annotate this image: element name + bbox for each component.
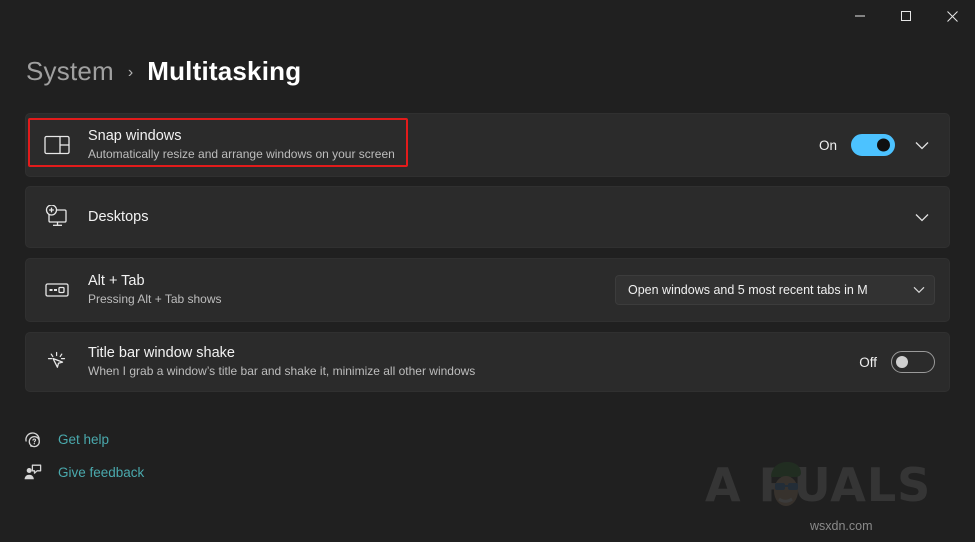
snap-windows-subtitle: Automatically resize and arrange windows… — [88, 146, 819, 163]
window-shake-controls: Off — [859, 351, 949, 373]
chevron-down-icon — [913, 286, 925, 294]
get-help-label: Get help — [58, 432, 109, 447]
snap-windows-controls: On — [819, 134, 949, 156]
get-help-icon — [22, 430, 42, 449]
give-feedback-label: Give feedback — [58, 465, 144, 480]
snap-windows-toggle[interactable] — [851, 134, 895, 156]
snap-windows-title: Snap windows — [88, 127, 819, 145]
desktops-text: Desktops — [88, 208, 909, 226]
alt-tab-dropdown[interactable]: Open windows and 5 most recent tabs in M — [615, 275, 935, 305]
window-shake-text: Title bar window shake When I grab a win… — [88, 344, 859, 380]
minimize-icon — [854, 10, 866, 22]
alt-tab-dropdown-value: Open windows and 5 most recent tabs in M — [628, 283, 868, 297]
window-shake-title: Title bar window shake — [88, 344, 859, 362]
give-feedback-link[interactable]: Give feedback — [22, 463, 144, 482]
toggle-knob — [896, 356, 908, 368]
settings-window: System › Multitasking Snap windows Autom… — [0, 0, 975, 542]
alt-tab-title: Alt + Tab — [88, 272, 615, 290]
breadcrumb-separator-icon: › — [128, 64, 133, 82]
window-shake-icon — [26, 349, 88, 375]
maximize-icon — [900, 10, 912, 22]
setting-row-desktops[interactable]: Desktops — [25, 186, 950, 248]
snap-windows-toggle-label: On — [819, 138, 837, 153]
snap-windows-icon — [26, 134, 88, 156]
toggle-knob — [877, 139, 890, 152]
setting-row-snap-windows[interactable]: Snap windows Automatically resize and ar… — [25, 113, 950, 177]
window-shake-subtitle: When I grab a window’s title bar and sha… — [88, 363, 859, 380]
setting-row-alt-tab[interactable]: Alt + Tab Pressing Alt + Tab shows Open … — [25, 258, 950, 322]
page-title: Multitasking — [147, 56, 301, 87]
watermark-brand: A PUALS — [705, 462, 931, 508]
window-shake-toggle-label: Off — [859, 355, 877, 370]
window-shake-toggle[interactable] — [891, 351, 935, 373]
desktops-expand-chevron-down-icon[interactable] — [909, 213, 935, 222]
get-help-link[interactable]: Get help — [22, 430, 109, 449]
give-feedback-icon — [22, 463, 42, 482]
alt-tab-icon — [26, 280, 88, 300]
breadcrumb: System › Multitasking — [26, 56, 301, 87]
desktops-controls — [909, 213, 949, 222]
watermark-url: wsxdn.com — [810, 519, 873, 533]
close-icon — [946, 10, 959, 23]
window-titlebar — [0, 0, 975, 32]
close-button[interactable] — [929, 0, 975, 32]
snap-windows-text: Snap windows Automatically resize and ar… — [88, 127, 819, 163]
watermark-mascot-icon — [757, 455, 817, 520]
maximize-button[interactable] — [883, 0, 929, 32]
minimize-button[interactable] — [837, 0, 883, 32]
watermark: A PUALS — [705, 455, 967, 515]
breadcrumb-parent-system[interactable]: System — [26, 56, 114, 87]
snap-windows-expand-chevron-down-icon[interactable] — [909, 141, 935, 150]
desktops-icon — [26, 205, 88, 229]
alt-tab-subtitle: Pressing Alt + Tab shows — [88, 291, 615, 308]
alt-tab-text: Alt + Tab Pressing Alt + Tab shows — [88, 272, 615, 308]
setting-row-title-bar-window-shake[interactable]: Title bar window shake When I grab a win… — [25, 332, 950, 392]
alt-tab-controls: Open windows and 5 most recent tabs in M — [615, 275, 949, 305]
desktops-title: Desktops — [88, 208, 909, 226]
